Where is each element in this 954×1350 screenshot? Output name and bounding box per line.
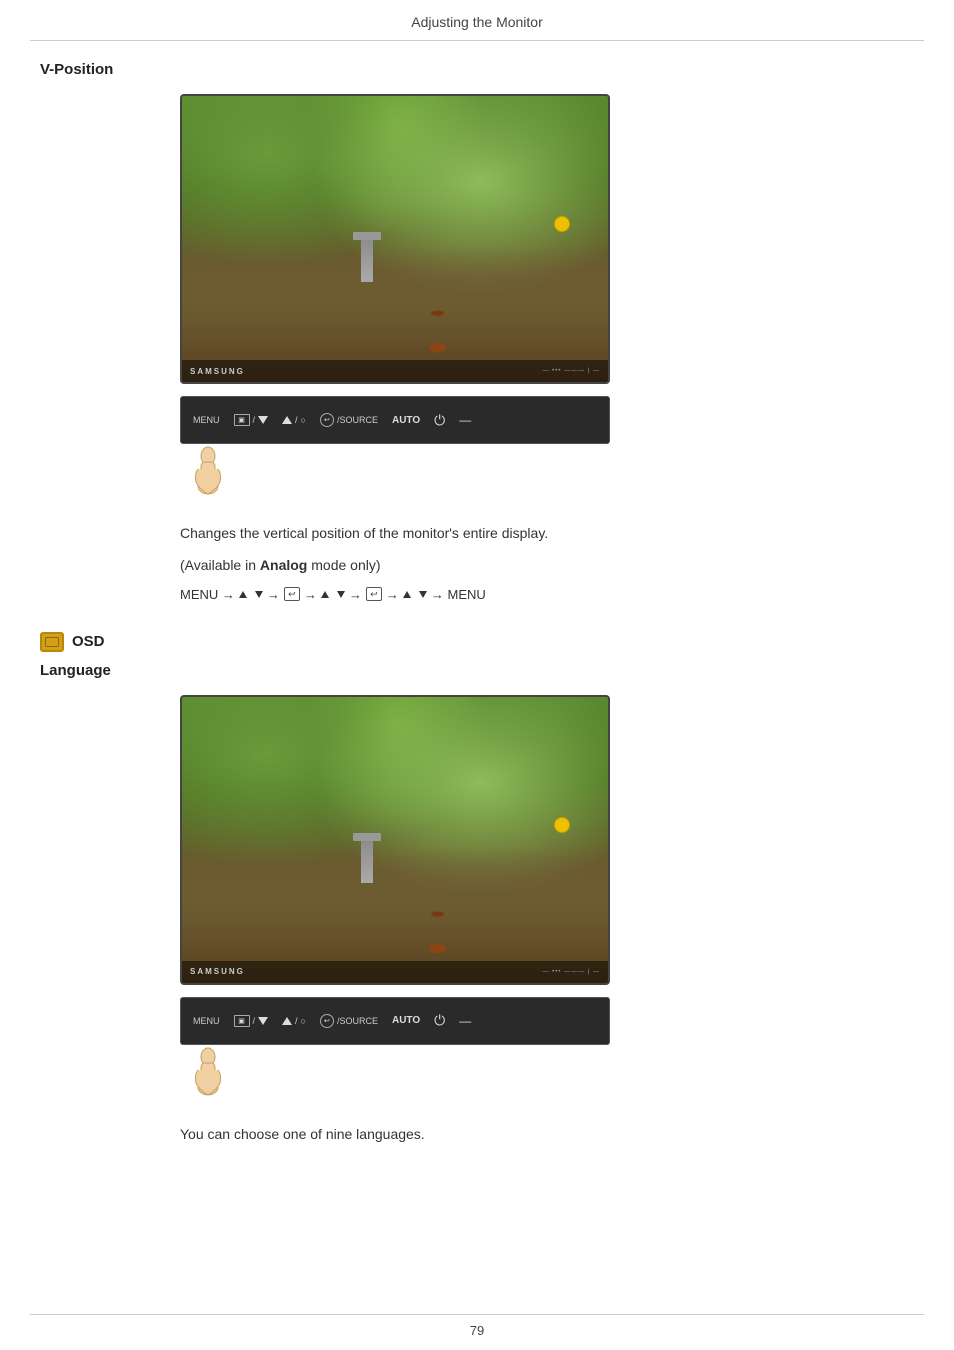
nav-down-3 bbox=[419, 591, 427, 598]
monitor-image-2: SAMSUNG — ••• ——— | — bbox=[180, 695, 914, 985]
down-triangle-1 bbox=[258, 416, 268, 424]
language-description: You can choose one of nine languages. bbox=[180, 1123, 914, 1145]
analog-bold: Analog bbox=[260, 557, 307, 573]
control-bar-wrapper-1: MENU ▣ / / ○ ↩ /SOURCE AUTO bbox=[180, 396, 914, 502]
zero-label-2: ○ bbox=[301, 1016, 306, 1026]
indicators-2: — ••• ——— | — bbox=[542, 969, 600, 975]
nav-arrow-1: → bbox=[267, 587, 280, 602]
up-triangle-2 bbox=[282, 1017, 292, 1025]
ctrl-circle-1: ↩ bbox=[320, 413, 334, 427]
auto-button-2: AUTO bbox=[392, 1015, 420, 1026]
dash-2: — bbox=[459, 1014, 471, 1028]
osd-icon bbox=[40, 632, 64, 652]
source-label-1: /SOURCE bbox=[337, 415, 378, 425]
nav-enter-1: ↩ bbox=[284, 587, 300, 601]
nav-down-2 bbox=[337, 591, 345, 598]
menu-button-1: MENU bbox=[193, 415, 220, 425]
nav-up-1 bbox=[239, 591, 247, 598]
power-button-2: ⏻ bbox=[434, 1012, 445, 1029]
up-zero-button-1: / ○ bbox=[282, 415, 306, 425]
header-title: Adjusting the Monitor bbox=[411, 14, 543, 30]
source-label-2: /SOURCE bbox=[337, 1016, 378, 1026]
monitor-display-2: SAMSUNG — ••• ——— | — bbox=[180, 695, 610, 985]
samsung-label-2: SAMSUNG bbox=[190, 967, 245, 976]
monitor-display-1: SAMSUNG — ••• ——— | — bbox=[180, 94, 610, 384]
source-button-1: ↩ /SOURCE bbox=[320, 413, 378, 427]
control-bar-2: MENU ▣ / / ○ ↩ /SOURCE AUTO bbox=[180, 997, 610, 1045]
menu-button-2: MENU bbox=[193, 1016, 220, 1026]
slash-1: / bbox=[253, 415, 256, 425]
nav-menu-text: MENU → bbox=[180, 587, 235, 602]
nav-arrow-2: → bbox=[304, 587, 317, 602]
lantern-1 bbox=[554, 216, 570, 232]
pagoda-2 bbox=[361, 833, 373, 883]
page-number: 79 bbox=[0, 1323, 954, 1338]
v-position-description: Changes the vertical position of the mon… bbox=[180, 522, 914, 544]
desc1-text: Changes the vertical position of the mon… bbox=[180, 525, 548, 541]
slash-3: / bbox=[253, 1016, 256, 1026]
dash-1: — bbox=[459, 413, 471, 427]
v-position-section: V-Position SAMSUNG — ••• ——— | — MENU bbox=[40, 61, 914, 602]
hand-pointer-2 bbox=[190, 1045, 240, 1100]
scene-background-2 bbox=[182, 697, 608, 983]
power-button-1: ⏻ bbox=[434, 412, 445, 429]
auto-label-2: AUTO bbox=[392, 1015, 420, 1026]
control-bar-1: MENU ▣ / / ○ ↩ /SOURCE AUTO bbox=[180, 396, 610, 444]
osd-title-row: OSD bbox=[40, 632, 914, 652]
up-triangle-1 bbox=[282, 416, 292, 424]
nav-down-1 bbox=[255, 591, 263, 598]
page-header: Adjusting the Monitor bbox=[30, 0, 924, 41]
nav-enter-2: ↩ bbox=[366, 587, 382, 601]
box-down-button-2: ▣ / bbox=[234, 1015, 269, 1027]
slash-2: / bbox=[295, 415, 298, 425]
v-position-title: V-Position bbox=[40, 61, 914, 78]
indicators-1: — ••• ——— | — bbox=[542, 368, 600, 374]
nav-arrow-5: → MENU bbox=[431, 587, 486, 602]
box-down-button-1: ▣ / bbox=[234, 414, 269, 426]
slash-4: / bbox=[295, 1016, 298, 1026]
samsung-label-1: SAMSUNG bbox=[190, 367, 245, 376]
auto-button-1: AUTO bbox=[392, 415, 420, 426]
osd-section: OSD Language SAMSUNG — ••• ——— | — MENU bbox=[40, 632, 914, 1145]
nav-up-2 bbox=[321, 591, 329, 598]
dash-label-2: — bbox=[459, 1014, 471, 1028]
lantern-2 bbox=[554, 817, 570, 833]
nav-up-3 bbox=[403, 591, 411, 598]
analog-prefix: (Available in bbox=[180, 557, 260, 573]
nav-arrow-3: → bbox=[349, 587, 362, 602]
zero-label-1: ○ bbox=[301, 415, 306, 425]
source-button-2: ↩ /SOURCE bbox=[320, 1014, 378, 1028]
menu-label-1: MENU bbox=[193, 415, 220, 425]
language-desc-text: You can choose one of nine languages. bbox=[180, 1126, 425, 1142]
scene-background-1 bbox=[182, 96, 608, 382]
menu-label-2: MENU bbox=[193, 1016, 220, 1026]
analog-suffix: mode only) bbox=[307, 557, 380, 573]
down-triangle-2 bbox=[258, 1017, 268, 1025]
power-icon-2: ⏻ bbox=[434, 1012, 445, 1029]
pagoda-1 bbox=[361, 232, 373, 282]
ctrl-box-1: ▣ bbox=[234, 414, 250, 426]
ctrl-circle-2: ↩ bbox=[320, 1014, 334, 1028]
control-bar-wrapper-2: MENU ▣ / / ○ ↩ /SOURCE AUTO bbox=[180, 997, 914, 1103]
menu-navigation-1: MENU → → ↩ → → ↩ → → MENU bbox=[180, 587, 914, 602]
up-zero-button-2: / ○ bbox=[282, 1016, 306, 1026]
ctrl-box-2: ▣ bbox=[234, 1015, 250, 1027]
monitor-image-1: SAMSUNG — ••• ——— | — bbox=[180, 94, 914, 384]
hand-pointer-1 bbox=[190, 444, 240, 499]
footer-rule bbox=[30, 1314, 924, 1315]
auto-label-1: AUTO bbox=[392, 415, 420, 426]
power-icon-1: ⏻ bbox=[434, 412, 445, 429]
nav-arrow-4: → bbox=[386, 587, 399, 602]
v-position-analog-note: (Available in Analog mode only) bbox=[180, 554, 914, 576]
monitor-bottom-bar-1: SAMSUNG — ••• ——— | — bbox=[182, 360, 608, 382]
dash-label-1: — bbox=[459, 413, 471, 427]
language-title: Language bbox=[40, 662, 914, 679]
monitor-bottom-bar-2: SAMSUNG — ••• ——— | — bbox=[182, 961, 608, 983]
osd-title-text: OSD bbox=[72, 633, 105, 650]
